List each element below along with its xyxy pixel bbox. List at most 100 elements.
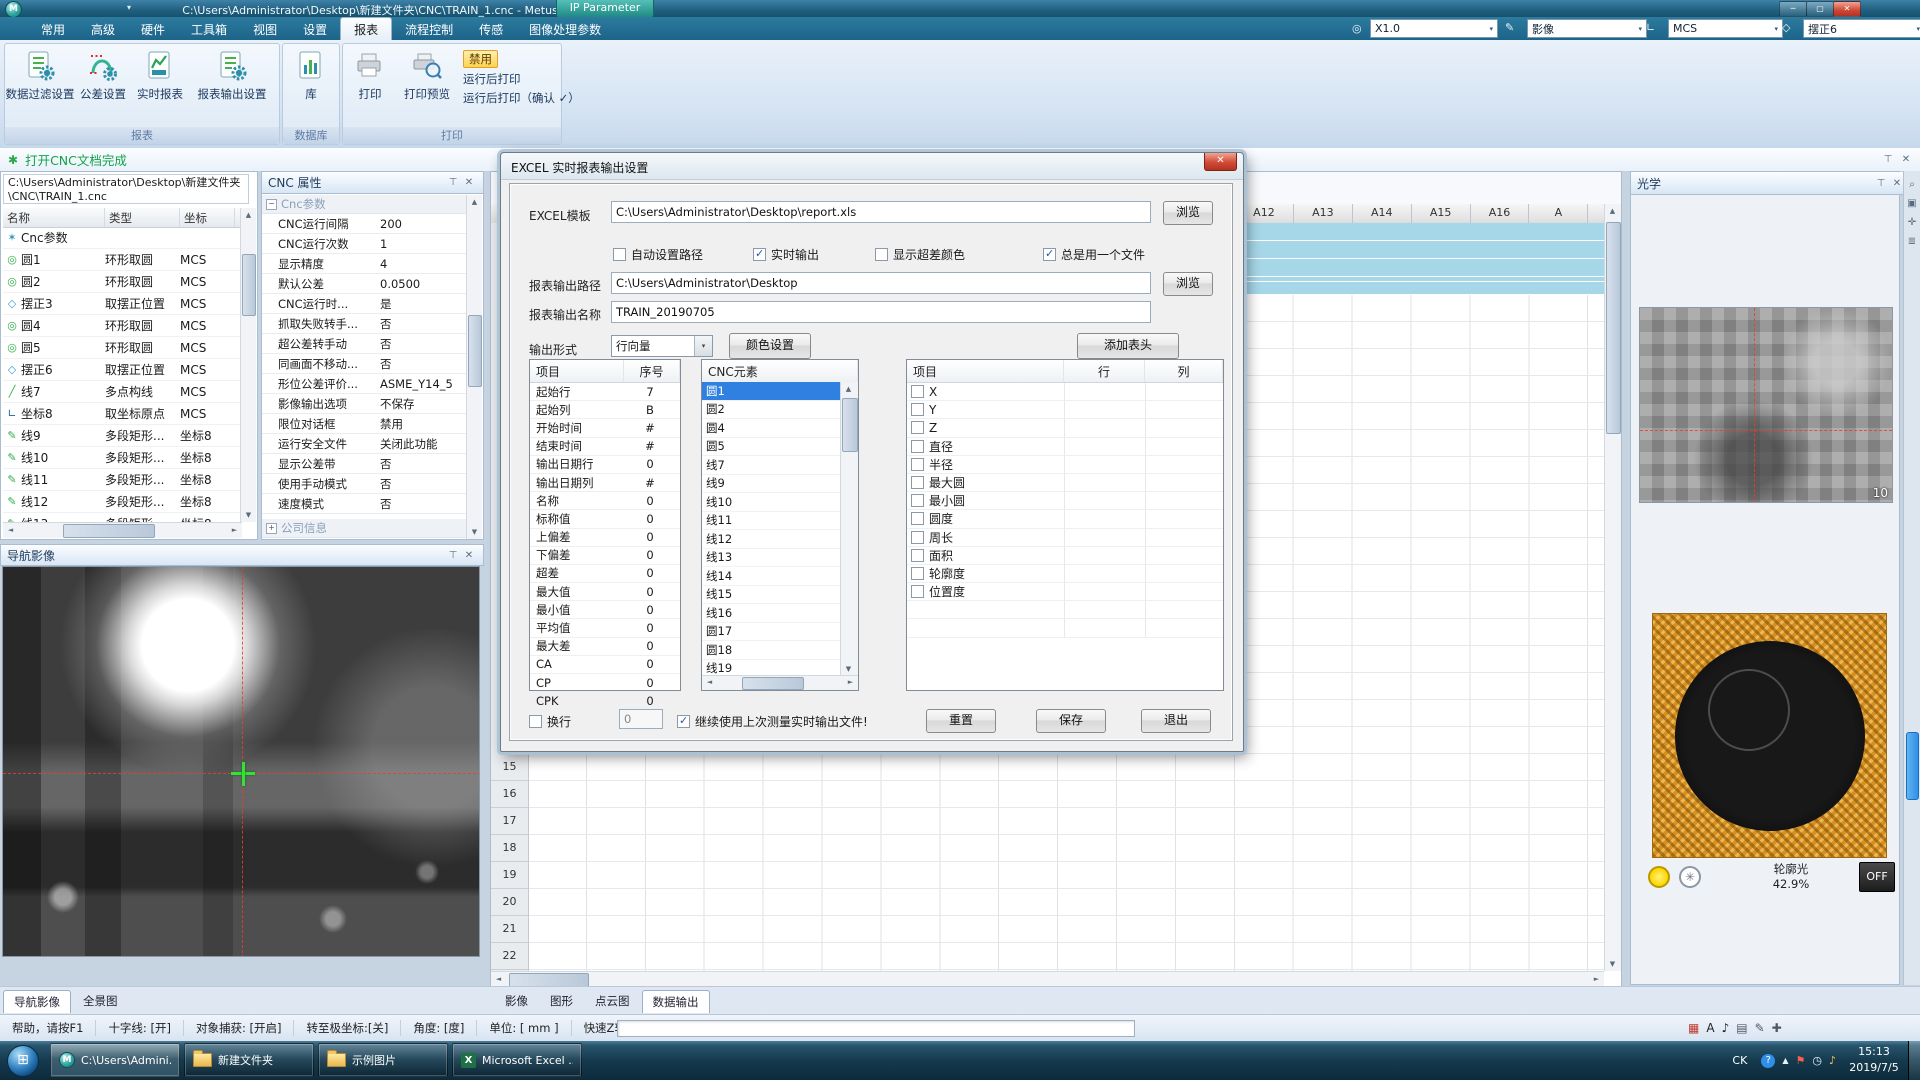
cnc-element-row[interactable]: 线15 [702, 586, 840, 605]
status-item[interactable]: 对象捕获: [开启] [184, 1020, 295, 1036]
chevron-down-icon[interactable]: ▾ [1770, 25, 1778, 33]
property-row[interactable]: 抓取失败转手... 否 [262, 314, 467, 334]
scroll-thumb[interactable] [742, 677, 804, 690]
property-row[interactable]: 同画面不移动... 否 [262, 354, 467, 374]
output-item-row[interactable]: ✓Z [907, 419, 1223, 437]
feature-row[interactable]: ✶ Cnc参数 [3, 227, 241, 249]
close-icon[interactable]: ✕ [1898, 154, 1914, 165]
column-header[interactable]: A13 [1294, 204, 1353, 223]
report-output-settings-button[interactable]: 报表输出设置 [189, 49, 275, 102]
print-option-after-run-confirm[interactable]: 运行后打印（确认 ✓） [463, 90, 580, 106]
nav-tab[interactable]: 全景图 [73, 990, 128, 1013]
feature-row[interactable]: ◎ 圆2 环形取圆 MCS [3, 271, 241, 293]
column-header[interactable]: A16 [1471, 204, 1530, 223]
help-tray-icon[interactable]: ? [1761, 1054, 1775, 1068]
layout-item-row[interactable]: 名称 0 [530, 492, 680, 510]
property-row[interactable]: 形位公差评价... ASME_Y14_5 [262, 374, 467, 394]
chevron-down-icon[interactable]: ▾ [1634, 25, 1642, 33]
start-button[interactable]: ⊞ [7, 1045, 39, 1077]
output-item-row[interactable]: ✓轮廓度 [907, 565, 1223, 583]
realtime-report-button[interactable]: 实时报表 [133, 49, 187, 102]
pin-icon[interactable]: ⊤ [445, 550, 461, 561]
tool-icon[interactable]: ▣ [1904, 198, 1920, 209]
section-cnc-params[interactable]: −Cnc参数 [262, 195, 467, 214]
output-item-row[interactable]: ✓面积 [907, 547, 1223, 565]
scroll-left-icon[interactable]: ◄ [702, 676, 717, 689]
output-path-input[interactable] [611, 272, 1151, 294]
scroll-up-icon[interactable]: ▲ [241, 208, 256, 222]
cnc-element-row[interactable]: 线13 [702, 549, 840, 568]
image-select[interactable]: 影像▾ [1527, 19, 1647, 38]
library-button[interactable]: 库 [286, 49, 336, 102]
cnc-element-row[interactable]: 线9 [702, 475, 840, 494]
layout-item-row[interactable]: 最大差 0 [530, 638, 680, 656]
tolerance-settings-button[interactable]: 公差设置 [75, 49, 131, 102]
column-header[interactable]: A15 [1412, 204, 1471, 223]
print-button[interactable]: 打印 [345, 49, 395, 102]
column-coord[interactable]: 坐标 [180, 208, 235, 227]
scroll-up-icon[interactable]: ▲ [1605, 204, 1620, 218]
alignment-select[interactable]: 摆正6▾ [1803, 19, 1920, 38]
scroll-thumb[interactable] [468, 315, 482, 387]
expand-tray-icon[interactable]: ▲ [1782, 1056, 1788, 1065]
output-item-row[interactable]: ✓最小圆 [907, 492, 1223, 510]
axis-icon[interactable]: ∟ [1646, 21, 1655, 34]
layout-item-row[interactable]: 输出日期行 0 [530, 456, 680, 474]
scroll-up-icon[interactable]: ▲ [841, 382, 856, 396]
feature-row[interactable]: ✎ 线9 多段矩形... 坐标8 [3, 425, 241, 447]
ribbon-tab[interactable]: 硬件 [128, 17, 178, 40]
ribbon-tab[interactable]: 设置 [290, 17, 340, 40]
output-format-select[interactable]: 行向量▾ [611, 335, 713, 357]
layout-item-row[interactable]: 输出日期列 # [530, 474, 680, 492]
polygon-icon[interactable]: ◇ [1782, 21, 1790, 34]
close-button[interactable]: ✕ [1833, 1, 1861, 17]
feature-row[interactable]: ✎ 线11 多段矩形... 坐标8 [3, 469, 241, 491]
scroll-left-icon[interactable]: ◄ [3, 523, 18, 537]
color-settings-button[interactable]: 颜色设置 [729, 333, 811, 359]
row-header[interactable]: 19 [491, 862, 528, 889]
status-item[interactable]: 十字线: [开] [96, 1020, 184, 1036]
sheet-vscrollbar[interactable]: ▲ ▼ [1604, 204, 1621, 971]
output-item-row[interactable]: ✓位置度 [907, 583, 1223, 601]
minimize-button[interactable]: ─ [1779, 1, 1807, 17]
property-row[interactable]: 使用手动模式 否 [262, 474, 467, 494]
feature-row[interactable]: ∟ 坐标8 取坐标原点 MCS [3, 403, 241, 425]
layout-item-row[interactable]: 结束时间 # [530, 438, 680, 456]
layout-item-row[interactable]: 下偏差 0 [530, 547, 680, 565]
ime-indicator[interactable]: CK [1732, 1054, 1747, 1067]
column-name[interactable]: 名称 [3, 208, 105, 227]
pen-icon[interactable]: ✎ [1505, 21, 1514, 34]
layout-item-row[interactable]: 起始行 7 [530, 383, 680, 401]
output-item-row[interactable]: ✓直径 [907, 438, 1223, 456]
wrap-count-input[interactable] [619, 709, 663, 729]
close-icon[interactable]: ✕ [461, 550, 477, 561]
scroll-right-icon[interactable]: ► [843, 676, 858, 689]
sound-tray-icon[interactable]: ♪ [1829, 1054, 1836, 1067]
tree-hscrollbar[interactable]: ◄ ► [3, 522, 242, 538]
cnc-element-row[interactable]: 线10 [702, 493, 840, 512]
cnc-element-row[interactable]: 线14 [702, 567, 840, 586]
print-option-after-run[interactable]: 运行后打印 [463, 71, 580, 87]
ip-parameter-tab[interactable]: IP Parameter [556, 0, 654, 18]
cnc-element-row[interactable]: 圆1 [702, 382, 840, 401]
cnc-element-row[interactable]: 圆17 [702, 623, 840, 642]
coordinate-system-select[interactable]: MCS▾ [1668, 19, 1783, 38]
scroll-down-icon[interactable]: ▼ [841, 662, 856, 676]
scroll-thumb[interactable] [63, 524, 155, 538]
nav-camera-image[interactable] [2, 566, 480, 957]
tool-icon[interactable]: ✛ [1904, 217, 1920, 228]
chevron-down-icon[interactable]: ▾ [1912, 25, 1920, 33]
property-row[interactable]: 显示公差带 否 [262, 454, 467, 474]
always-one-file-checkbox[interactable]: ✓总是用一个文件 [1043, 246, 1145, 263]
taskbar-app-metus[interactable]: MC:\Users\Admini... [50, 1043, 180, 1077]
reset-button[interactable]: 重置 [926, 709, 996, 733]
tree-vscrollbar[interactable]: ▲ ▼ [240, 208, 256, 522]
scroll-thumb[interactable] [1606, 222, 1621, 434]
scroll-down-icon[interactable]: ▼ [241, 508, 256, 522]
light-off-button[interactable]: OFF [1859, 862, 1895, 892]
property-row[interactable]: CNC运行次数 1 [262, 234, 467, 254]
show-out-of-tolerance-color-checkbox[interactable]: ✓显示超差颜色 [875, 246, 965, 263]
row-header[interactable]: 16 [491, 781, 528, 808]
feature-row[interactable]: ◎ 圆4 环形取圆 MCS [3, 315, 241, 337]
property-row[interactable]: 运行安全文件 关闭此功能 [262, 434, 467, 454]
